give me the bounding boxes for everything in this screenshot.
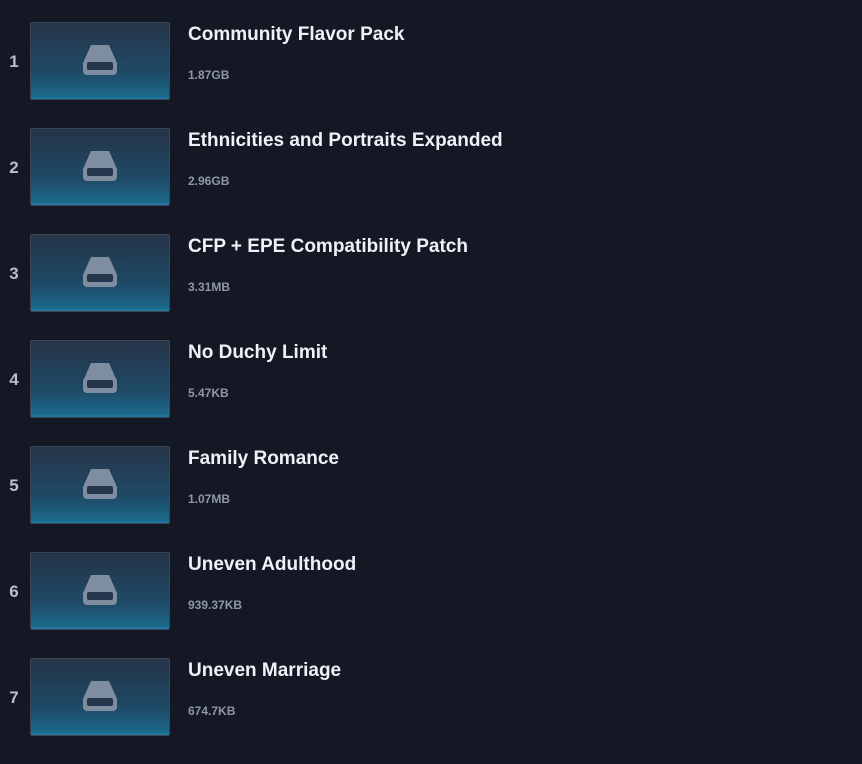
- mod-row[interactable]: 6 Uneven Adulthood 939.37KB: [0, 552, 862, 658]
- drive-icon: [83, 575, 117, 605]
- drive-icon: [83, 257, 117, 287]
- mod-title[interactable]: Family Romance: [188, 448, 339, 470]
- drive-icon: [83, 681, 117, 711]
- mod-size: 2.96GB: [188, 174, 230, 188]
- mod-row[interactable]: 7 Uneven Marriage 674.7KB: [0, 658, 862, 764]
- mod-title[interactable]: No Duchy Limit: [188, 342, 327, 364]
- drive-icon: [83, 469, 117, 499]
- mod-title[interactable]: Uneven Adulthood: [188, 554, 356, 576]
- mod-title[interactable]: Community Flavor Pack: [188, 24, 404, 46]
- mod-row[interactable]: 4 No Duchy Limit 5.47KB: [0, 340, 862, 446]
- mod-thumbnail[interactable]: [30, 340, 170, 418]
- mod-row[interactable]: 2 Ethnicities and Portraits Expanded 2.9…: [0, 128, 862, 234]
- mod-index: 1: [9, 52, 19, 71]
- mod-thumbnail[interactable]: [30, 552, 170, 630]
- mod-size: 939.37KB: [188, 598, 243, 612]
- mod-index: 7: [9, 688, 19, 707]
- mod-size: 674.7KB: [188, 704, 236, 718]
- drive-icon: [83, 151, 117, 181]
- mod-title[interactable]: Ethnicities and Portraits Expanded: [188, 130, 503, 152]
- mod-size: 5.47KB: [188, 386, 229, 400]
- mod-title[interactable]: CFP + EPE Compatibility Patch: [188, 236, 468, 258]
- drive-icon: [83, 45, 117, 75]
- mod-size: 1.07MB: [188, 492, 231, 506]
- mod-thumbnail[interactable]: [30, 658, 170, 736]
- mod-row[interactable]: 1 Community Flavor Pack 1.87GB: [0, 22, 862, 128]
- mod-size: 3.31MB: [188, 280, 231, 294]
- mod-size: 1.87GB: [188, 68, 230, 82]
- mod-index: 5: [9, 476, 19, 495]
- mod-thumbnail[interactable]: [30, 234, 170, 312]
- mod-row[interactable]: 3 CFP + EPE Compatibility Patch 3.31MB: [0, 234, 862, 340]
- mod-index: 4: [9, 370, 19, 389]
- mod-row[interactable]: 5 Family Romance 1.07MB: [0, 446, 862, 552]
- drive-icon: [83, 363, 117, 393]
- mod-index: 2: [9, 158, 19, 177]
- mod-title[interactable]: Uneven Marriage: [188, 660, 341, 682]
- mod-index: 6: [9, 582, 19, 601]
- mod-index: 3: [9, 264, 19, 283]
- mod-thumbnail[interactable]: [30, 128, 170, 206]
- mod-thumbnail[interactable]: [30, 446, 170, 524]
- mod-thumbnail[interactable]: [30, 22, 170, 100]
